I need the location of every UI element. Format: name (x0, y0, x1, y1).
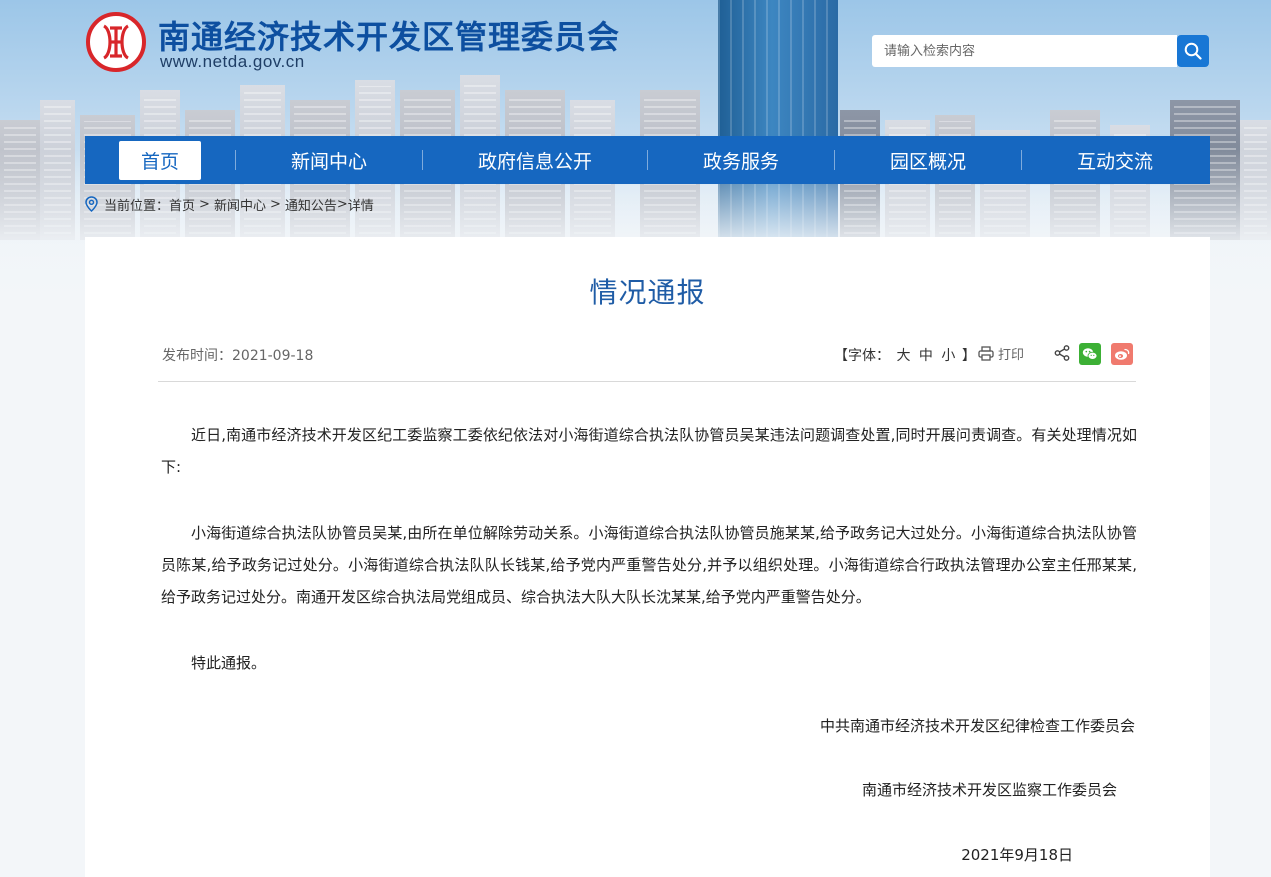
nav-item-interaction[interactable]: 互动交流 (1022, 136, 1208, 184)
site-logo[interactable] (86, 12, 146, 72)
breadcrumb-separator: > (269, 196, 281, 212)
breadcrumb-news[interactable]: 新闻中心 (214, 195, 266, 214)
signature-date: 2021年9月18日 (961, 846, 1073, 864)
font-size-medium[interactable]: 中 (919, 348, 933, 364)
article-card: 情况通报 发布时间：2021-09-18 【字体： 大 中 小 】 打印 近日,… (85, 237, 1210, 877)
nav-item-label: 政府信息公开 (477, 150, 592, 173)
article-paragraph: 小海街道综合执法队协管员吴某,由所在单位解除劳动关系。小海街道综合执法队协管员施… (161, 524, 1137, 606)
printer-icon (978, 346, 994, 361)
nav-item-gov-info[interactable]: 政府信息公开 (423, 136, 647, 184)
main-nav: 首页 新闻中心 政府信息公开 政务服务 园区概况 互动交流 (85, 136, 1210, 184)
signature-supervision-committee: 南通市经济技术开发区监察工作委员会 (861, 781, 1117, 799)
font-size-large[interactable]: 大 (896, 348, 910, 364)
breadcrumb-notices[interactable]: 通知公告 (285, 195, 337, 214)
wechat-share-icon[interactable] (1079, 343, 1101, 365)
search-box (872, 35, 1209, 67)
article-paragraph: 特此通报。 (191, 654, 267, 672)
breadcrumb-home[interactable]: 首页 (169, 195, 195, 214)
article-title: 情况通报 (589, 276, 706, 309)
breadcrumb-current: 详情 (347, 198, 374, 214)
nav-item-services[interactable]: 政务服务 (648, 136, 834, 184)
emblem-icon (102, 24, 130, 60)
article-body: 近日,南通市经济技术开发区纪工委监察工委依纪依法对小海街道综合执法队协管员吴某违… (161, 419, 1137, 713)
nav-item-label: 首页 (118, 140, 201, 180)
print-button[interactable]: 打印 (978, 344, 1024, 363)
breadcrumb-separator: > (199, 196, 210, 212)
nav-item-label: 园区概况 (889, 150, 966, 173)
nav-item-label: 新闻中心 (290, 150, 367, 173)
font-size-label: 【字体： (834, 348, 890, 364)
print-label: 打印 (998, 348, 1025, 363)
location-pin-icon (85, 196, 98, 212)
nav-item-overview[interactable]: 园区概况 (835, 136, 1021, 184)
search-button[interactable] (1177, 35, 1209, 67)
font-size-label-close: 】 (961, 348, 976, 364)
nav-item-home[interactable]: 首页 (85, 136, 235, 184)
weibo-share-icon[interactable] (1111, 343, 1133, 365)
article-meta-bar: 发布时间：2021-09-18 【字体： 大 中 小 】 打印 (158, 337, 1136, 382)
font-size-small[interactable]: 小 (941, 348, 955, 364)
breadcrumb-prefix: 当前位置： (104, 198, 170, 214)
breadcrumb: 当前位置： 首页 > 新闻中心 > 通知公告 > 详情 (85, 195, 374, 214)
article-paragraph: 近日,南通市经济技术开发区纪工委监察工委依纪依法对小海街道综合执法队协管员吴某违… (161, 426, 1137, 476)
search-input[interactable] (872, 35, 1177, 67)
font-size-control: 【字体： 大 中 小 】 (834, 345, 976, 365)
nav-item-label: 政务服务 (702, 150, 779, 173)
site-url[interactable]: www.netda.gov.cn (160, 52, 305, 72)
search-icon (1184, 42, 1202, 60)
share-icon[interactable] (1054, 345, 1070, 365)
nav-item-news[interactable]: 新闻中心 (236, 136, 422, 184)
nav-item-label: 互动交流 (1076, 150, 1153, 173)
breadcrumb-separator: > (336, 196, 348, 212)
signature-discipline-committee: 中共南通市经济技术开发区纪律检查工作委员会 (819, 717, 1135, 735)
publish-date: 发布时间：2021-09-18 (162, 348, 314, 364)
